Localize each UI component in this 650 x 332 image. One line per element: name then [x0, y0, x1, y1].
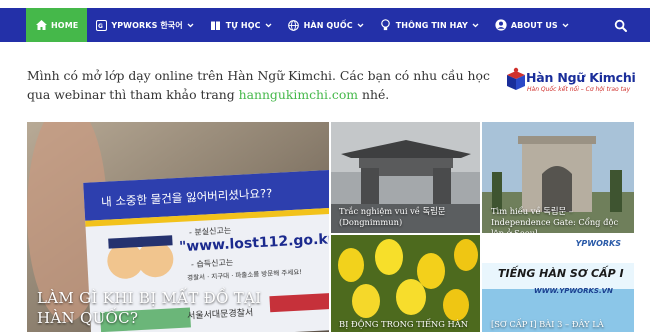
nav-about-us[interactable]: ABOUT US — [487, 8, 577, 42]
chevron-down-icon — [357, 22, 364, 29]
site-logo[interactable]: Hàn Ngữ Kimchi Hàn Quốc kết nối – Cơ hội… — [506, 64, 636, 104]
post-tile-passive-voice[interactable]: BỊ ĐỘNG TRONG TIẾNG HÀN — [331, 235, 480, 332]
chevron-down-icon — [472, 22, 479, 29]
lesson-banner-image — [482, 235, 634, 332]
lesson-site-url: WWW.YPWORKS.VN — [534, 287, 613, 295]
nav-thong-tin-hay[interactable]: THÔNG TIN HAY — [372, 8, 487, 42]
translate-icon: G — [95, 19, 107, 31]
post-title-passive-voice[interactable]: BỊ ĐỘNG TRONG TIẾNG HÀN — [339, 319, 477, 330]
nav-ypworks[interactable]: G YPWORKS 한국어 — [87, 8, 201, 42]
nav-home[interactable]: HOME — [26, 8, 88, 42]
nav-thong-tin-hay-label: THÔNG TIN HAY — [395, 20, 468, 30]
chevron-down-icon — [562, 22, 569, 29]
post-title-independence-gate[interactable]: Tìm hiểu về 독립문 – Independence Gate: Cổn… — [491, 206, 629, 233]
nav-tu-hoc-label: TỰ HỌC — [225, 20, 261, 30]
lesson-banner-title: TIẾNG HÀN SƠ CẤP I — [498, 267, 624, 280]
featured-post-lost-items[interactable]: 내 소중한 물건을 잃어버리셨나요?? - 분실신고는 "www.lost112… — [27, 122, 329, 332]
chevron-down-icon — [187, 22, 194, 29]
main-navigation: HOME G YPWORKS 한국어 TỰ HỌC HÀN QUỐC THÔNG… — [0, 8, 650, 42]
user-icon — [495, 19, 507, 31]
nav-about-us-label: ABOUT US — [510, 20, 558, 30]
tulip-photo — [331, 235, 480, 332]
intro-paragraph: Mình có mở lớp dạy online trên Hàn Ngữ K… — [27, 66, 497, 104]
sign-found-label: - 습득신고는 — [190, 257, 234, 270]
lesson-brand: YPWORKS — [575, 239, 621, 248]
nav-ypworks-label: YPWORKS 한국어 — [111, 20, 183, 30]
lightbulb-icon — [380, 19, 392, 31]
logo-title: Hàn Ngữ Kimchi — [526, 70, 636, 85]
post-tile-beginner-lesson-3[interactable]: YPWORKS TIẾNG HÀN SƠ CẤP I WWW.YPWORKS.V… — [482, 235, 634, 332]
logo-tagline: Hàn Quốc kết nối – Cơ hội trao tay — [527, 86, 631, 93]
intro-text-end: nhé. — [358, 87, 390, 102]
featured-post-title[interactable]: LÀM GÌ KHI BỊ MẤT ĐỒ TẠI HÀN QUỐC? — [37, 288, 297, 328]
book-icon — [210, 19, 222, 31]
search-icon[interactable] — [614, 18, 628, 32]
svg-text:G: G — [98, 23, 103, 30]
logo-cube-icon — [507, 67, 525, 90]
post-tile-independence-gate[interactable]: Tìm hiểu về 독립문 – Independence Gate: Cổn… — [482, 122, 634, 233]
nav-han-quoc[interactable]: HÀN QUỐC — [280, 8, 372, 42]
post-tile-dongnimmun-quiz[interactable]: Trắc nghiệm vui về 독립문 (Dongnimmun) — [331, 122, 480, 233]
nav-han-quoc-label: HÀN QUỐC — [303, 20, 353, 30]
top-strip — [0, 0, 650, 8]
home-icon — [35, 19, 47, 31]
post-title-dongnimmun-quiz[interactable]: Trắc nghiệm vui về 독립문 (Dongnimmun) — [339, 206, 474, 228]
globe-icon — [288, 19, 300, 31]
post-title-beginner-lesson-3[interactable]: [SƠ CẤP I] BÀI 3 – ĐÂY LÀ — [491, 319, 631, 330]
nav-home-label: HOME — [51, 20, 79, 30]
nav-tu-hoc[interactable]: TỰ HỌC — [202, 8, 280, 42]
chevron-down-icon — [265, 22, 272, 29]
intro-link[interactable]: hanngukimchi.com — [239, 87, 358, 102]
